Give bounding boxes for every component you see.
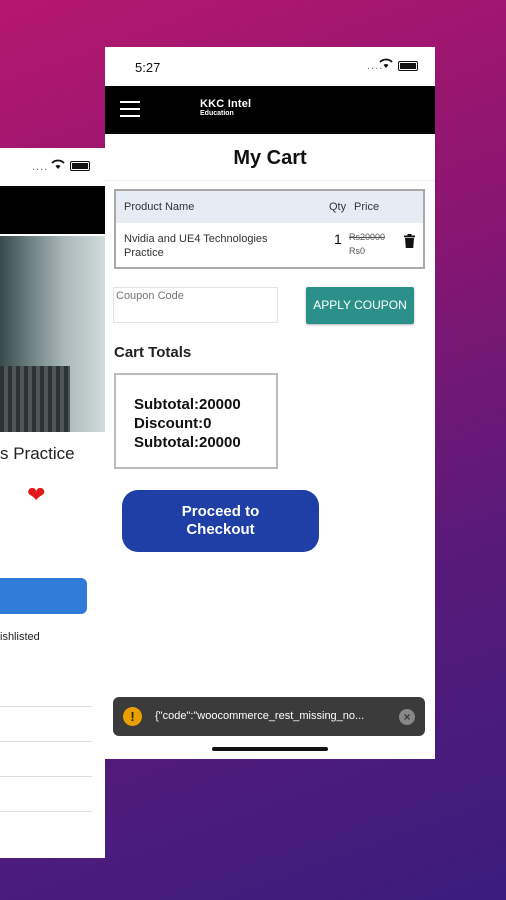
toast-message: {"code":"woocommerce_rest_missing_no... <box>155 710 365 722</box>
app-bar: KKC Intel Education <box>105 86 435 134</box>
back-list <box>0 706 92 846</box>
signal-icon: .... <box>32 161 49 173</box>
table-row: Nvidia and UE4 Technologies Practice 1 R… <box>116 223 423 269</box>
close-icon[interactable]: × <box>399 709 415 725</box>
page-title: My Cart <box>233 147 307 169</box>
background-product-screen: .... s Practice ❤ ishlisted <box>0 148 105 858</box>
row-qty: 1 <box>334 231 342 247</box>
hamburger-menu-icon[interactable] <box>120 101 140 117</box>
wifi-icon <box>379 58 393 68</box>
header-qty: Qty <box>329 201 347 213</box>
row-product-name: Nvidia and UE4 Technologies Practice <box>124 233 268 259</box>
checkout-label: Proceed to Checkout <box>181 503 260 538</box>
cart-screen: 5:27 .... KKC Intel Education My Cart Pr… <box>105 47 435 759</box>
header-price: Price <box>354 201 380 213</box>
table-header: Product Name Qty Price <box>116 191 423 223</box>
cart-totals-heading: Cart Totals <box>114 344 192 361</box>
coupon-code-input[interactable] <box>116 290 277 302</box>
apply-coupon-button[interactable]: APPLY COUPON <box>306 287 414 324</box>
list-item <box>0 706 92 741</box>
cart-totals-box: Subtotal:20000 Discount:0 Subtotal:20000 <box>114 373 278 469</box>
error-toast: ! {"code":"woocommerce_rest_missing_no..… <box>113 697 425 736</box>
list-item <box>0 741 92 776</box>
heart-icon[interactable]: ❤ <box>27 482 45 508</box>
proceed-to-checkout-button[interactable]: Proceed to Checkout <box>122 490 319 552</box>
header-product-name: Product Name <box>124 201 195 213</box>
list-item <box>0 776 92 811</box>
trash-icon[interactable] <box>404 234 415 248</box>
status-bar: 5:27 .... <box>105 47 435 87</box>
coupon-code-field[interactable] <box>113 287 278 323</box>
app-logo: KKC Intel Education <box>200 99 251 119</box>
back-action-button[interactable] <box>0 578 87 614</box>
row-sale-price: Rs0 <box>349 246 366 256</box>
status-time: 5:27 <box>135 60 161 75</box>
home-indicator[interactable] <box>212 747 328 751</box>
divider <box>105 180 435 181</box>
back-app-bar <box>0 186 105 234</box>
row-regular-price: Rs20000 <box>349 232 386 242</box>
logo-line1: KKC Intel <box>200 98 252 110</box>
total-line: Subtotal:20000 <box>134 434 241 451</box>
back-status-bar: .... <box>0 148 105 186</box>
wifi-icon <box>51 159 65 169</box>
logo-line2: Education <box>200 110 234 117</box>
cart-table: Product Name Qty Price Nvidia and UE4 Te… <box>114 189 425 269</box>
battery-icon <box>70 161 90 171</box>
product-photo <box>0 236 105 432</box>
wishlist-status: ishlisted <box>0 631 40 643</box>
subtotal-line: Subtotal:20000 <box>134 396 241 413</box>
battery-icon <box>398 61 418 71</box>
back-product-title: s Practice <box>0 444 75 463</box>
discount-line: Discount:0 <box>134 415 212 432</box>
list-item <box>0 811 92 846</box>
warning-icon: ! <box>123 707 142 726</box>
